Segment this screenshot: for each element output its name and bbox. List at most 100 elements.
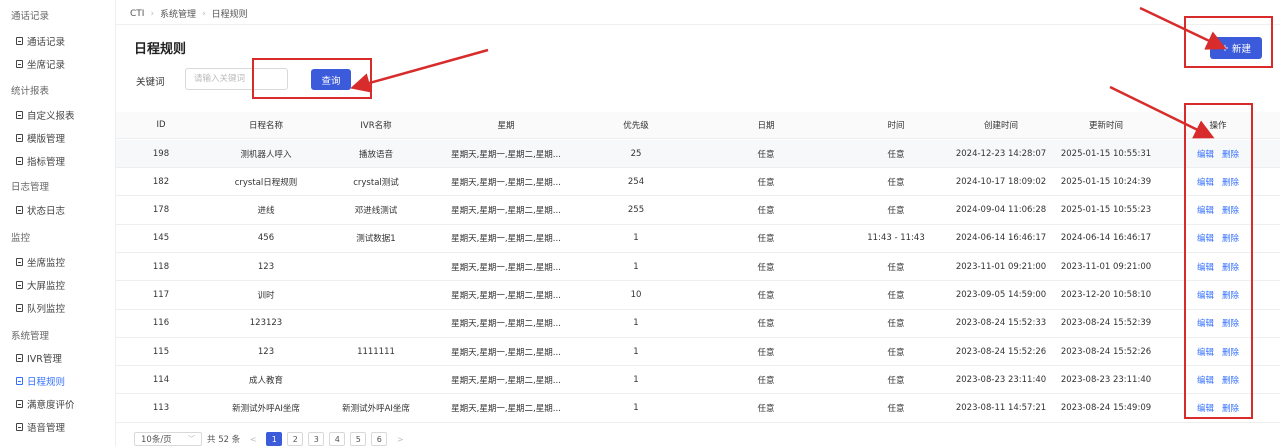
delete-link[interactable]: 删除 xyxy=(1222,232,1239,244)
table-cell: 254 xyxy=(627,176,645,187)
table-cell: 1 xyxy=(633,233,639,244)
edit-link[interactable]: 编辑 xyxy=(1197,317,1214,329)
page-button[interactable]: 3 xyxy=(308,432,325,446)
sidebar-item[interactable]: 满意度评价 xyxy=(16,397,75,411)
page-button[interactable]: 1 xyxy=(266,432,283,446)
table-cell: 1 xyxy=(633,318,639,329)
edit-link[interactable]: 编辑 xyxy=(1197,148,1214,160)
page-button[interactable]: 4 xyxy=(329,432,346,446)
column-header: 优先级 xyxy=(623,121,649,131)
sidebar-item[interactable]: 状态日志 xyxy=(16,203,65,217)
table-cell: 新测试外呼AI坐席 xyxy=(232,404,300,415)
table-cell: 2023-08-24 15:52:33 xyxy=(955,318,1047,329)
chevron-down-icon: ﹀ xyxy=(188,435,195,443)
document-icon xyxy=(16,60,23,68)
page-button[interactable]: 6 xyxy=(371,432,388,446)
edit-link[interactable]: 编辑 xyxy=(1197,261,1214,273)
table-cell: 星期天,星期一,星期二,星期... xyxy=(451,177,561,188)
table-row: 178 进线 邓进线测试 星期天,星期一,星期二,星期... 255 任意 任意 2024-0… xyxy=(116,197,1280,225)
sidebar-item-label: 日程规则 xyxy=(27,377,66,388)
next-page-button[interactable]: > xyxy=(392,432,408,446)
breadcrumb-item-system[interactable]: 系统管理 xyxy=(160,7,196,20)
table-cell: 1 xyxy=(633,403,639,414)
table-row: 117 训时 星期天,星期一,星期二,星期... 10 任意 任意 2023-09-05 1… xyxy=(116,282,1280,310)
page-button[interactable]: 5 xyxy=(350,432,367,446)
table-cell: 新测试外呼AI坐席 xyxy=(342,404,410,415)
sidebar-item-label: 队列监控 xyxy=(27,304,66,315)
table-cell: 任意 xyxy=(887,375,905,386)
table-cell: 117 xyxy=(152,290,170,300)
divider xyxy=(116,24,1280,25)
edit-link[interactable]: 编辑 xyxy=(1197,204,1214,216)
page-size-select[interactable]: 10条/页 ﹀ xyxy=(134,432,202,446)
page-button[interactable]: 2 xyxy=(287,432,304,446)
document-icon xyxy=(16,37,23,45)
prev-page-button[interactable]: < xyxy=(245,432,261,446)
edit-link[interactable]: 编辑 xyxy=(1197,346,1214,358)
table-cell: 任意 xyxy=(757,291,775,301)
sidebar-item[interactable]: 自定义报表 xyxy=(16,108,75,122)
sidebar-item[interactable]: 语音管理 xyxy=(16,420,65,434)
sidebar-item[interactable]: IVR管理 xyxy=(16,351,62,365)
keyword-input[interactable] xyxy=(185,68,288,90)
table-cell: 星期天,星期一,星期二,星期... xyxy=(451,291,561,301)
document-icon xyxy=(16,304,23,312)
table-cell: 2023-08-24 15:52:26 xyxy=(955,346,1047,357)
sidebar-item[interactable]: 坐席记录 xyxy=(16,57,65,71)
sidebar-item-label: 语音管理 xyxy=(27,423,66,434)
table-cell: 任意 xyxy=(757,234,775,245)
table-cell: 123123 xyxy=(249,318,283,329)
sidebar-item[interactable]: 日程规则 xyxy=(16,374,65,388)
table-cell: 任意 xyxy=(887,319,905,330)
edit-link[interactable]: 编辑 xyxy=(1197,232,1214,244)
sidebar-item[interactable]: 队列监控 xyxy=(16,301,65,315)
sidebar-item[interactable]: 指标管理 xyxy=(16,154,65,168)
sidebar-item-label: 坐席监控 xyxy=(27,258,66,269)
sidebar-item[interactable]: 通话记录 xyxy=(16,34,65,48)
sidebar-item[interactable]: 坐席监控 xyxy=(16,255,65,269)
sidebar-item[interactable]: 大屏监控 xyxy=(16,278,65,292)
table-cell xyxy=(326,253,426,280)
table-header: ID 日程名称 IVR名称 星期 优先级 日期 时间 创建时间 更新时间 操作 xyxy=(116,112,1280,139)
document-icon xyxy=(16,281,23,289)
table-row: 198 测机器人呼入 播放语音 星期天,星期一,星期二,星期... 25 任意 任意 2024… xyxy=(116,140,1280,168)
table-cell: 1 xyxy=(633,261,639,272)
table-row: 115 123 1111111 星期天,星期一,星期二,星期... 1 任意 任意 2023-… xyxy=(116,338,1280,367)
table-cell: 播放语音 xyxy=(358,149,393,160)
table-cell: 星期天,星期一,星期二,星期... xyxy=(451,375,561,386)
breadcrumb-item-cti[interactable]: CTI xyxy=(130,9,144,19)
delete-link[interactable]: 删除 xyxy=(1222,148,1239,160)
edit-link[interactable]: 编辑 xyxy=(1197,374,1214,386)
table-cell: 2024-09-04 11:06:28 xyxy=(955,205,1047,216)
table-cell: 任意 xyxy=(757,404,775,415)
table-cell: 测试数据1 xyxy=(356,234,396,245)
new-button[interactable]: + 新建 xyxy=(1210,37,1262,59)
column-header: IVR名称 xyxy=(360,121,392,131)
table-cell: 任意 xyxy=(757,262,775,273)
delete-link[interactable]: 删除 xyxy=(1222,402,1239,414)
delete-link[interactable]: 删除 xyxy=(1222,374,1239,386)
table-cell: 2024-06-14 16:46:17 xyxy=(1060,233,1152,244)
table-cell: 1 xyxy=(633,346,639,357)
edit-link[interactable]: 编辑 xyxy=(1197,176,1214,188)
delete-link[interactable]: 删除 xyxy=(1222,289,1239,301)
table-cell: 1 xyxy=(633,374,639,385)
column-header: 创建时间 xyxy=(983,121,1018,131)
delete-link[interactable]: 删除 xyxy=(1222,176,1239,188)
row-actions: 编辑 删除 xyxy=(1156,225,1280,252)
new-button-label: 新建 xyxy=(1231,44,1251,55)
delete-link[interactable]: 删除 xyxy=(1222,346,1239,358)
table-cell: 255 xyxy=(627,205,645,216)
document-icon xyxy=(16,111,23,119)
table-cell: 星期天,星期一,星期二,星期... xyxy=(451,404,561,415)
sidebar-item[interactable]: 模版管理 xyxy=(16,131,65,145)
table-cell: 2023-09-05 14:59:00 xyxy=(955,290,1047,300)
delete-link[interactable]: 删除 xyxy=(1222,261,1239,273)
edit-link[interactable]: 编辑 xyxy=(1197,289,1214,301)
delete-link[interactable]: 删除 xyxy=(1222,317,1239,329)
edit-link[interactable]: 编辑 xyxy=(1197,402,1214,414)
table-cell: 145 xyxy=(152,233,170,244)
query-button[interactable]: 查询 xyxy=(311,69,351,90)
delete-link[interactable]: 删除 xyxy=(1222,204,1239,216)
document-icon xyxy=(16,354,23,362)
